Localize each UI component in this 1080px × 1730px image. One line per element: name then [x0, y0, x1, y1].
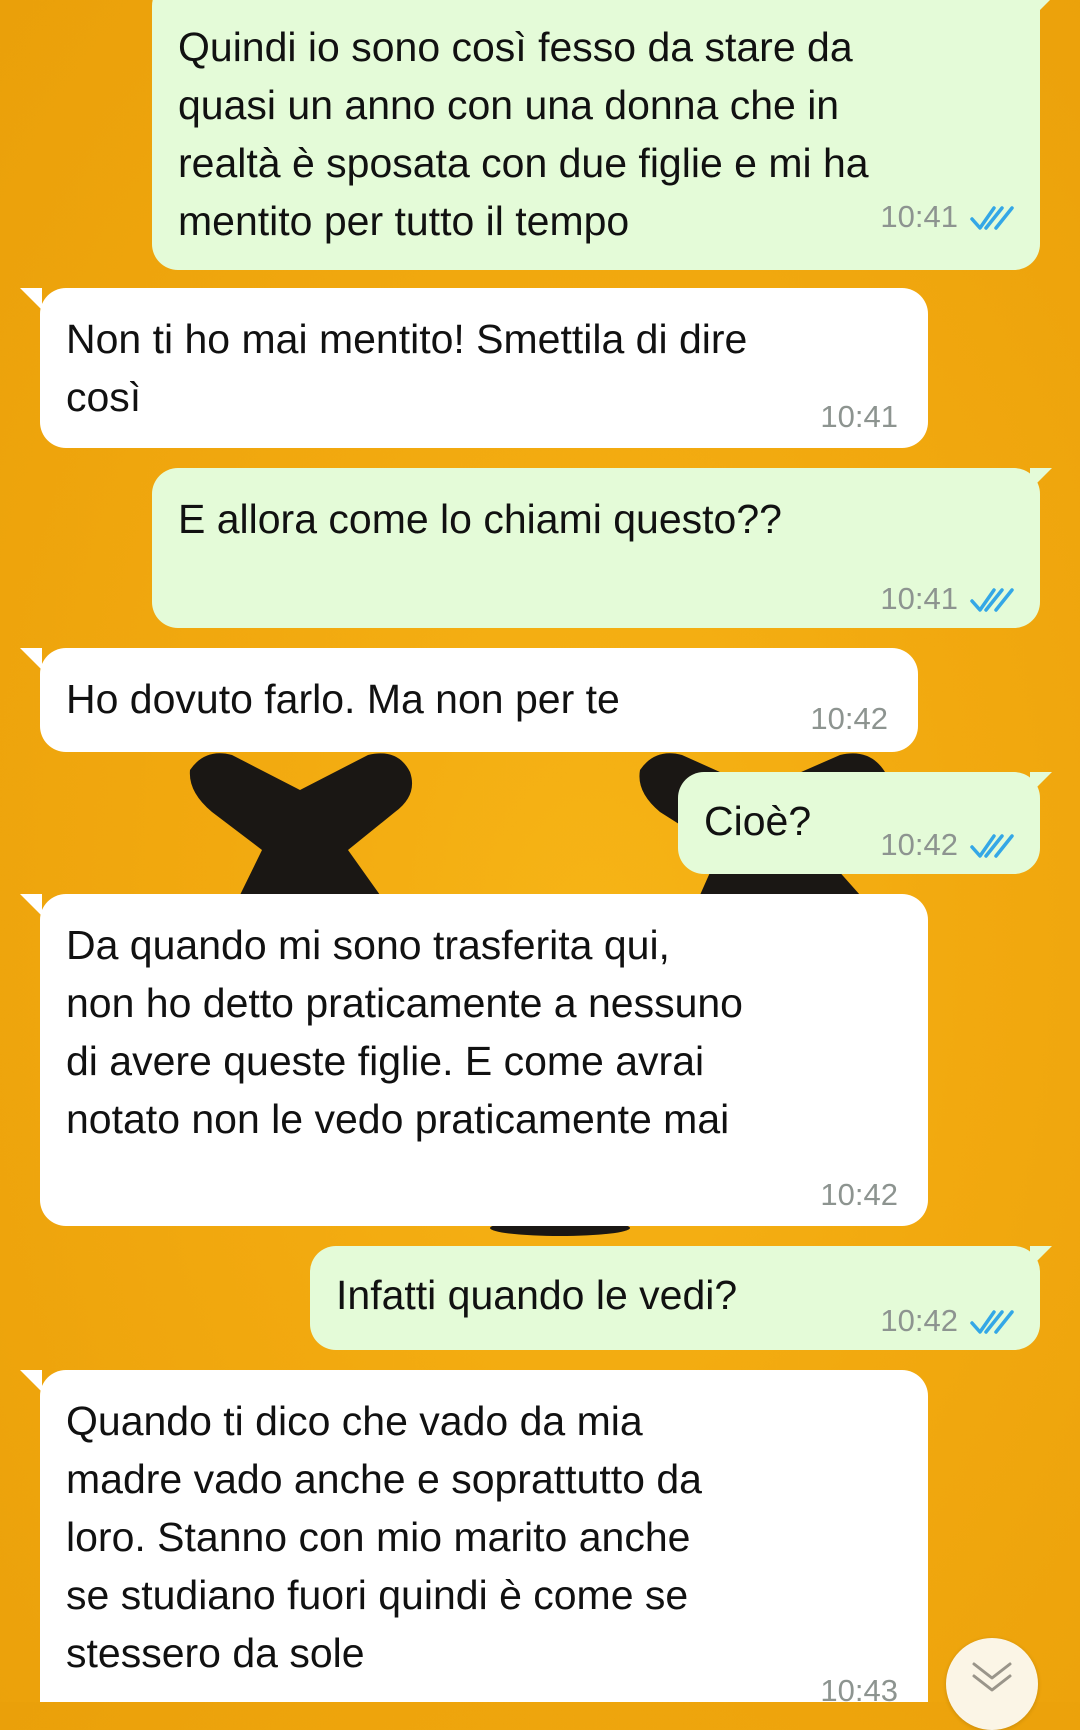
message-text: E allora come lo chiami questo?? — [178, 496, 782, 542]
message-time: 10:43 — [820, 1673, 898, 1708]
message-bubble-outgoing[interactable]: E allora come lo chiami questo?? 10:41 — [152, 468, 1040, 628]
message-bubble-outgoing[interactable]: Cioè? 10:42 — [678, 772, 1040, 874]
message-meta: 10:42 — [880, 816, 1014, 874]
message-meta: 10:42 — [810, 690, 888, 748]
message-text: Da quando mi sono trasferita qui, non ho… — [66, 922, 743, 1142]
bubble-tail — [20, 894, 42, 916]
message-meta: 10:41 — [820, 388, 898, 446]
bubble-tail — [20, 648, 42, 670]
message-time: 10:41 — [880, 581, 958, 616]
message-meta: 10:42 — [880, 1292, 1014, 1350]
scroll-to-bottom-button[interactable] — [946, 1638, 1038, 1730]
message-time: 10:42 — [820, 1177, 898, 1212]
message-text: Quindi io sono così fesso da stare da qu… — [178, 24, 869, 244]
read-ticks-icon — [970, 206, 1014, 230]
message-meta: 10:41 — [880, 188, 1014, 246]
message-time: 10:42 — [880, 827, 958, 862]
bubble-tail — [1030, 1246, 1052, 1268]
message-text: Infatti quando le vedi? — [336, 1272, 738, 1318]
message-bubble-incoming[interactable]: Ho dovuto farlo. Ma non per te 10:42 — [40, 648, 918, 752]
bubble-tail — [1030, 0, 1052, 20]
message-text: Quando ti dico che vado da mia madre vad… — [66, 1398, 702, 1676]
chat-area[interactable]: Quindi io sono così fesso da stare da qu… — [0, 0, 1080, 1730]
message-bubble-incoming[interactable]: Non ti ho mai mentito! Smettila di dire … — [40, 288, 928, 448]
message-text: Cioè? — [704, 798, 812, 844]
message-time: 10:41 — [820, 399, 898, 434]
bubble-tail — [20, 288, 42, 310]
bubble-tail — [1030, 468, 1052, 490]
message-text: Ho dovuto farlo. Ma non per te — [66, 676, 620, 722]
chevron-double-down-icon — [972, 1662, 1012, 1692]
message-time: 10:41 — [880, 199, 958, 234]
read-ticks-icon — [970, 1310, 1014, 1334]
message-meta: 10:41 — [880, 570, 1014, 628]
message-time: 10:42 — [810, 701, 888, 736]
bubble-tail — [1030, 772, 1052, 794]
read-ticks-icon — [970, 588, 1014, 612]
bubble-tail — [20, 1370, 42, 1392]
message-bubble-outgoing[interactable]: Infatti quando le vedi? 10:42 — [310, 1246, 1040, 1350]
message-meta: 10:43 — [820, 1662, 898, 1720]
read-ticks-icon — [970, 834, 1014, 858]
message-time: 10:42 — [880, 1303, 958, 1338]
message-text: Non ti ho mai mentito! Smettila di dire … — [66, 316, 748, 420]
message-bubble-incoming[interactable]: Da quando mi sono trasferita qui, non ho… — [40, 894, 928, 1226]
message-bubble-outgoing[interactable]: Quindi io sono così fesso da stare da qu… — [152, 0, 1040, 270]
message-meta: 10:42 — [820, 1166, 898, 1224]
message-bubble-incoming[interactable]: Quando ti dico che vado da mia madre vad… — [40, 1370, 928, 1708]
